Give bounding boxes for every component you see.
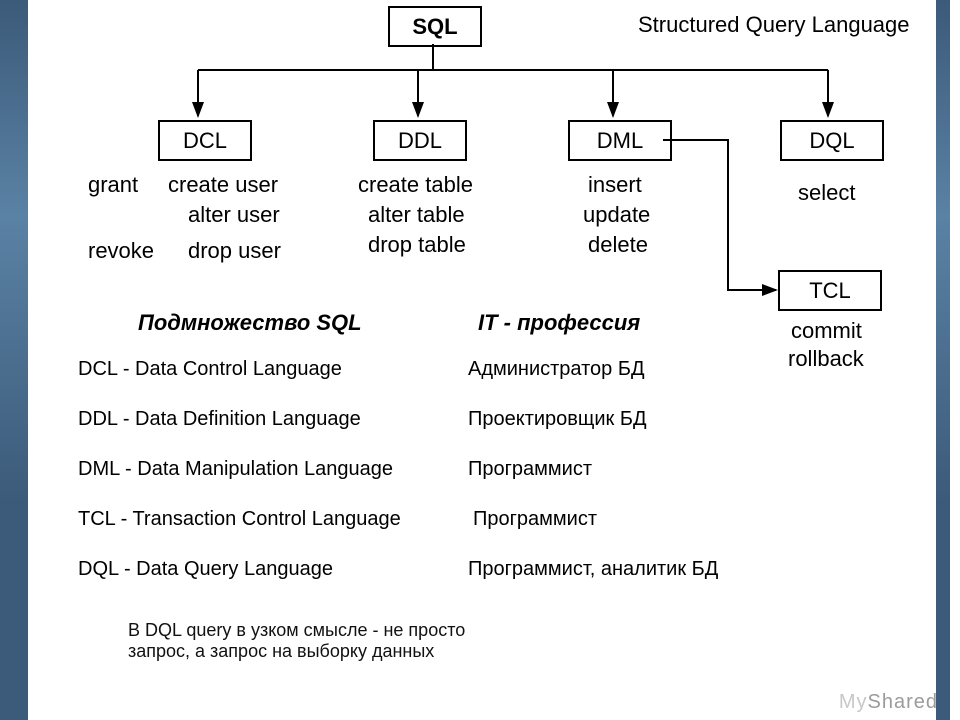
- dcl-cmd-revoke: revoke: [88, 238, 154, 264]
- tcl-cmd-rollback: rollback: [788, 346, 864, 372]
- dcl-cmd-dropu: drop user: [188, 238, 281, 264]
- prof-3: Программист: [473, 508, 597, 531]
- slide-border-right: [936, 0, 950, 720]
- def-tcl: TCL - Transaction Control Language: [78, 508, 401, 531]
- prof-0: Администратор БД: [468, 358, 645, 381]
- dml-cmd-insert: insert: [588, 172, 642, 198]
- node-tcl-label: TCL: [809, 278, 851, 303]
- ddl-cmd-dropt: drop table: [368, 232, 466, 258]
- dml-cmd-update: update: [583, 202, 650, 228]
- def-dcl: DCL - Data Control Language: [78, 358, 342, 381]
- node-sql: SQL: [388, 6, 482, 47]
- prof-4: Программист, аналитик БД: [468, 558, 718, 581]
- def-ddl: DDL - Data Definition Language: [78, 408, 361, 431]
- node-ddl-label: DDL: [398, 128, 442, 153]
- node-dcl: DCL: [158, 120, 252, 161]
- prof-1: Проектировщик БД: [468, 408, 647, 431]
- node-ddl: DDL: [373, 120, 467, 161]
- ddl-cmd-altert: alter table: [368, 202, 465, 228]
- watermark-a: My: [839, 691, 868, 713]
- dml-cmd-delete: delete: [588, 232, 648, 258]
- watermark-b: Shared: [868, 691, 939, 713]
- prof-2: Программист: [468, 458, 592, 481]
- node-dql: DQL: [780, 120, 884, 161]
- node-dml: DML: [568, 120, 672, 161]
- watermark: MyShared: [839, 691, 938, 714]
- node-sql-label: SQL: [412, 14, 457, 39]
- tcl-cmd-commit: commit: [791, 318, 862, 344]
- profession-heading: IT - профессия: [478, 310, 640, 336]
- dql-cmd-select: select: [798, 180, 855, 206]
- sql-subtitle: Structured Query Language: [638, 12, 910, 38]
- ddl-cmd-createt: create table: [358, 172, 473, 198]
- definitions-heading: Подмножество SQL: [138, 310, 362, 336]
- footnote: В DQL query в узком смысле - не просто з…: [128, 620, 465, 662]
- dcl-cmd-grant: grant: [88, 172, 138, 198]
- node-dql-label: DQL: [809, 128, 854, 153]
- def-dml: DML - Data Manipulation Language: [78, 458, 393, 481]
- dcl-cmd-alteru: alter user: [188, 202, 280, 228]
- node-dml-label: DML: [597, 128, 643, 153]
- dcl-cmd-createu: create user: [168, 172, 278, 198]
- def-dql: DQL - Data Query Language: [78, 558, 333, 581]
- slide-border-left: [0, 0, 28, 720]
- node-dcl-label: DCL: [183, 128, 227, 153]
- slide-body: SQL Structured Query Language DCL DDL DM…: [28, 0, 960, 720]
- node-tcl: TCL: [778, 270, 882, 311]
